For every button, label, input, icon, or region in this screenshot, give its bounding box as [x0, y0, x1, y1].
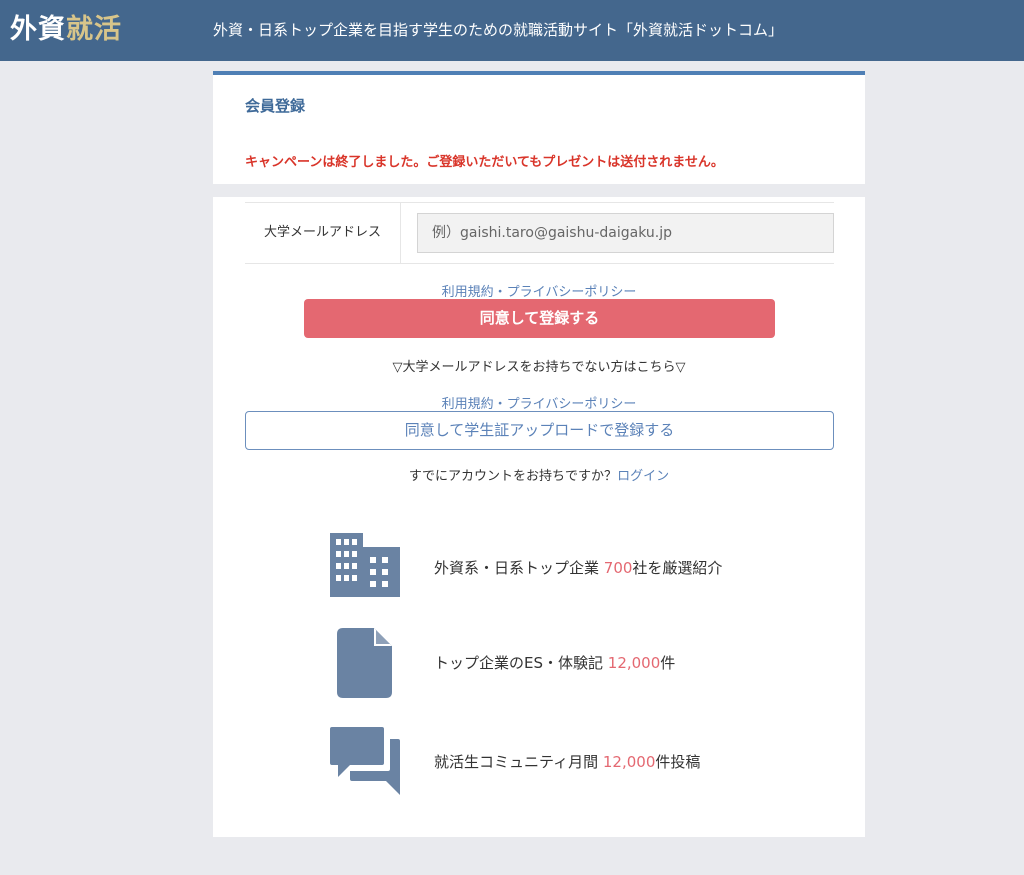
- no-university-email-text: ▽大学メールアドレスをお持ちでない方はこちら▽: [392, 360, 686, 375]
- feature-item-companies: 外資系・日系トップ企業 700社を厳選紹介: [330, 533, 830, 613]
- chat-icon: [330, 727, 400, 795]
- student-id-upload-register-button[interactable]: 同意して学生証アップロードで登録する: [245, 411, 834, 450]
- registration-header-card: 会員登録 キャンペーンは終了しました。ご登録いただいてもプレゼントは送付されませ…: [213, 71, 865, 184]
- feature-suffix: 件: [660, 654, 676, 672]
- feature-text-community: 就活生コミュニティ月間 12,000件投稿: [434, 727, 700, 797]
- feature-text-es: トップ企業のES・体験記 12,000件: [434, 628, 675, 698]
- site-tagline: 外資・日系トップ企業を目指す学生のための就職活動サイト「外資就活ドットコム」: [213, 21, 784, 39]
- logo-text-main: 外資: [10, 14, 66, 45]
- have-account-text: すでにアカウントをお持ちですか？: [408, 469, 618, 484]
- feature-item-es: トップ企業のES・体験記 12,000件: [330, 628, 830, 708]
- feature-prefix: トップ企業のES・体験記: [434, 654, 608, 672]
- terms-links-2: 利用規約・プライバシーポリシー: [213, 393, 865, 412]
- email-label: 大学メールアドレス: [245, 203, 401, 263]
- feature-number: 12,000: [607, 654, 661, 672]
- logo-text-accent: 就活: [66, 14, 122, 45]
- terms-link[interactable]: 利用規約: [442, 397, 494, 412]
- campaign-notice: キャンペーンは終了しました。ご登録いただいてもプレゼントは送付されません。: [245, 155, 724, 170]
- login-prompt: すでにアカウントをお持ちですか？ログイン: [213, 465, 865, 484]
- building-icon: [330, 533, 400, 597]
- feature-text-companies: 外資系・日系トップ企業 700社を厳選紹介: [434, 533, 722, 603]
- terms-link[interactable]: 利用規約: [442, 285, 494, 300]
- feature-suffix: 社を厳選紹介: [632, 559, 723, 577]
- login-link[interactable]: ログイン: [617, 469, 669, 484]
- agree-register-button[interactable]: 同意して登録する: [304, 299, 775, 338]
- feature-suffix: 件投稿: [655, 753, 701, 771]
- registration-form-card: 大学メールアドレス 利用規約・プライバシーポリシー 同意して登録する ▽大学メー…: [213, 197, 865, 837]
- terms-separator: ・: [493, 285, 507, 300]
- feature-number: 700: [603, 559, 633, 577]
- terms-links-1: 利用規約・プライバシーポリシー: [213, 281, 865, 300]
- privacy-policy-link[interactable]: プライバシーポリシー: [507, 397, 637, 412]
- site-header: 外資就活 外資・日系トップ企業を目指す学生のための就職活動サイト「外資就活ドット…: [0, 0, 1024, 61]
- feature-prefix: 就活生コミュニティ月間: [434, 753, 603, 771]
- document-icon: [337, 628, 392, 698]
- feature-prefix: 外資系・日系トップ企業: [434, 559, 604, 577]
- email-row: 大学メールアドレス: [245, 202, 834, 264]
- site-logo[interactable]: 外資就活: [10, 12, 122, 48]
- feature-number: 12,000: [602, 753, 656, 771]
- privacy-policy-link[interactable]: プライバシーポリシー: [507, 285, 637, 300]
- page-title: 会員登録: [245, 97, 306, 115]
- university-email-input[interactable]: [417, 213, 834, 253]
- terms-separator: ・: [493, 397, 507, 412]
- feature-item-community: 就活生コミュニティ月間 12,000件投稿: [330, 727, 830, 807]
